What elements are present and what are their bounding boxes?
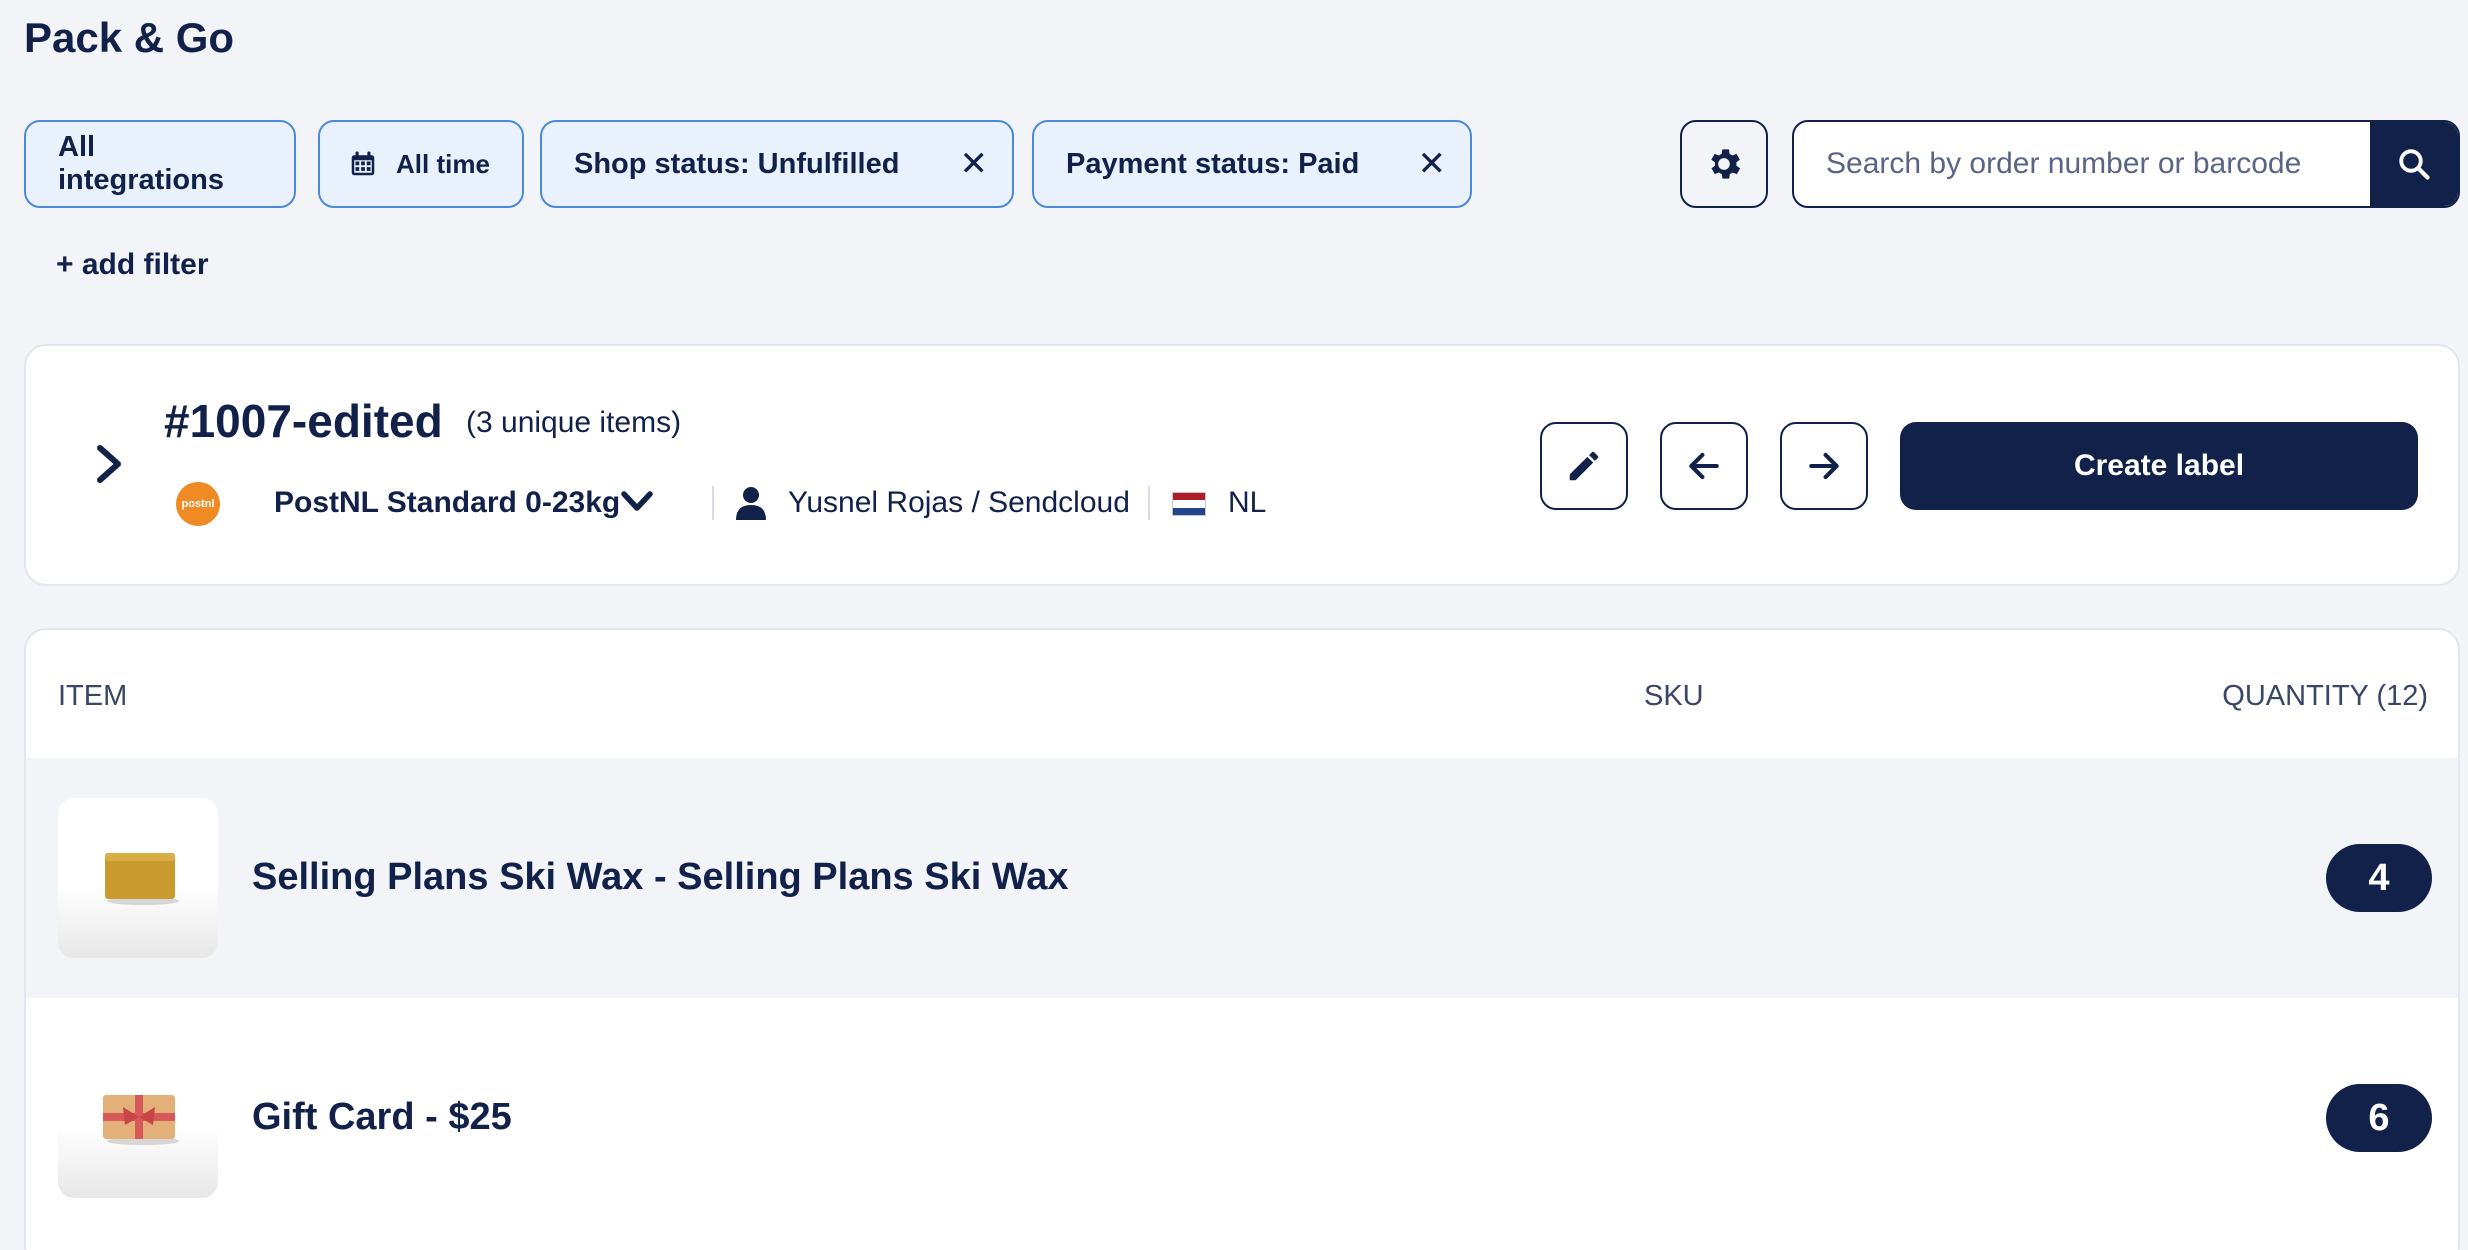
filter-shop-status-label: Shop status: Unfulfilled: [574, 147, 900, 180]
filter-time-label: All time: [396, 148, 490, 179]
chevron-down-icon[interactable]: [620, 490, 654, 514]
postnl-logo-text: postnl: [181, 498, 215, 510]
country-code: NL: [1228, 486, 1267, 519]
quantity-badge: 4: [2326, 844, 2432, 912]
add-filter-button[interactable]: + add filter: [56, 248, 209, 282]
previous-order-button[interactable]: [1660, 422, 1748, 510]
item-name: Selling Plans Ski Wax - Selling Plans Sk…: [252, 856, 1069, 898]
search-button[interactable]: [2370, 122, 2458, 206]
calendar-icon: [351, 151, 375, 176]
search-box: [1792, 120, 2460, 208]
table-row: Gift Card - $25 6: [26, 998, 2458, 1238]
table-row: Selling Plans Ski Wax - Selling Plans Sk…: [26, 758, 2458, 998]
filter-all-integrations-label: All integrations: [58, 131, 224, 196]
gift-card-image: [58, 1038, 218, 1198]
pencil-icon: [1569, 451, 1599, 481]
remove-shop-status-icon[interactable]: ✕: [960, 144, 989, 184]
column-header-item: ITEM: [58, 680, 128, 712]
netherlands-flag-icon: [1172, 492, 1206, 516]
filter-payment-status[interactable]: Payment status: Paid ✕: [1032, 120, 1472, 208]
order-number: #1007-edited: [164, 395, 443, 447]
filter-all-integrations[interactable]: All integrations: [24, 120, 296, 208]
settings-button[interactable]: [1680, 120, 1768, 208]
item-name: Gift Card - $25: [252, 1096, 512, 1138]
remove-payment-status-icon[interactable]: ✕: [1418, 144, 1447, 184]
expand-chevron-icon[interactable]: [96, 444, 122, 484]
create-label-button[interactable]: Create label: [1900, 422, 2418, 510]
customer-name: Yusnel Rojas / Sendcloud: [788, 486, 1130, 519]
user-icon: [736, 487, 766, 520]
unique-items-count: (3 unique items): [466, 406, 682, 439]
postnl-logo-icon: postnl: [176, 482, 220, 526]
carrier-service[interactable]: PostNL Standard 0-23kg: [274, 486, 620, 520]
next-order-button[interactable]: [1780, 422, 1868, 510]
divider: [1148, 486, 1150, 520]
search-input[interactable]: [1794, 122, 2370, 206]
edit-order-button[interactable]: [1540, 422, 1628, 510]
arrow-left-icon: [1689, 452, 1719, 480]
filter-shop-status[interactable]: Shop status: Unfulfilled ✕: [540, 120, 1014, 208]
quantity-badge: 6: [2326, 1084, 2432, 1152]
ski-wax-image: [58, 798, 218, 958]
column-header-sku: SKU: [1644, 680, 1704, 712]
items-table: ITEM SKU QUANTITY (12) Selling Plans Ski…: [24, 628, 2460, 1250]
pack-and-go-page: Pack & Go All integrations All time Shop…: [0, 0, 2468, 1250]
filter-payment-status-label: Payment status: Paid: [1066, 147, 1360, 180]
page-title: Pack & Go: [24, 14, 235, 61]
order-card: #1007-edited (3 unique items) postnl Pos…: [24, 344, 2460, 586]
search-icon: [2399, 149, 2430, 180]
arrow-right-icon: [1809, 452, 1839, 480]
divider: [712, 486, 714, 520]
filter-time[interactable]: All time: [318, 120, 524, 208]
column-header-quantity: QUANTITY (12): [2222, 680, 2428, 712]
gear-icon: [1711, 149, 1741, 179]
